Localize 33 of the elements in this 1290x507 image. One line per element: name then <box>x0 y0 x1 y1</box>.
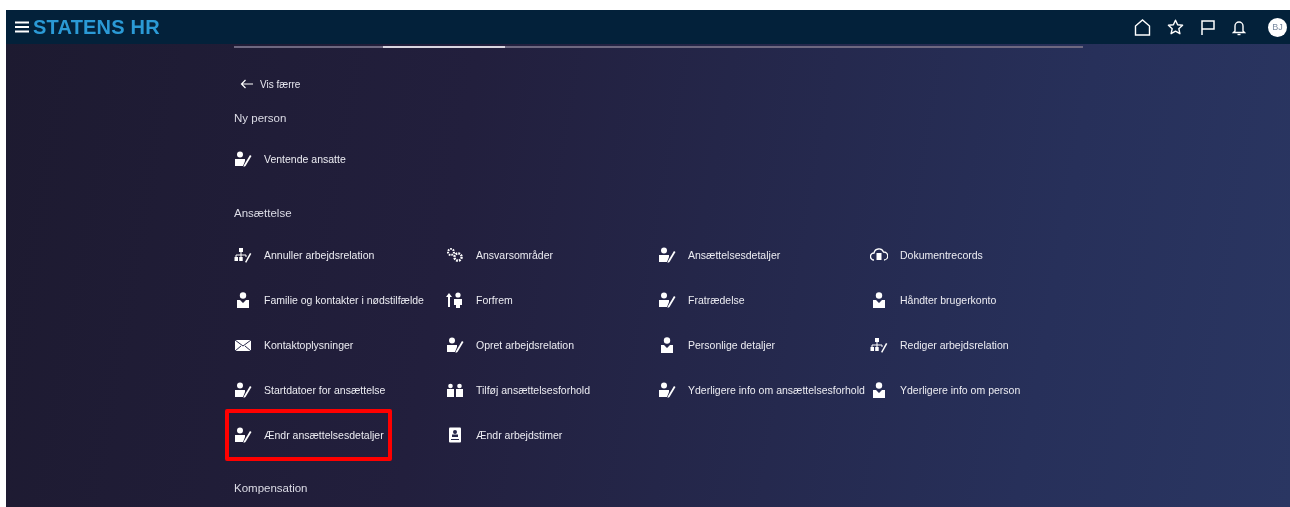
flag-icon[interactable] <box>1200 18 1216 36</box>
user-avatar[interactable]: BJ <box>1268 17 1287 37</box>
person-edit-icon <box>234 151 252 167</box>
gears-icon <box>446 247 464 263</box>
person-icon <box>658 337 676 353</box>
person-icon <box>234 292 252 308</box>
star-icon[interactable] <box>1167 18 1184 36</box>
org-chart-icon <box>870 337 888 353</box>
person-icon <box>870 382 888 398</box>
person-edit-icon <box>658 382 676 398</box>
two-people-icon <box>446 382 464 398</box>
org-chart-icon <box>234 247 252 263</box>
menu-icon[interactable] <box>14 20 30 34</box>
person-edit-icon <box>446 337 464 353</box>
id-badge-icon <box>446 427 464 443</box>
task-link[interactable]: Ventende ansatte <box>225 133 354 185</box>
cloud-document-icon <box>870 247 888 263</box>
person-edit-icon <box>658 247 676 263</box>
back-arrow-icon[interactable] <box>240 79 254 89</box>
person-icon <box>870 292 888 308</box>
person-edit-icon <box>234 382 252 398</box>
section-heading: Ny person <box>234 111 288 126</box>
promote-icon <box>446 292 464 308</box>
section-heading: Ansættelse <box>234 206 293 221</box>
home-icon[interactable] <box>1134 18 1151 36</box>
section-heading: Kompensation <box>234 481 309 496</box>
app-title: STATENS HR <box>33 15 160 39</box>
bell-icon[interactable] <box>1232 18 1246 36</box>
back-link[interactable]: Vis færre <box>240 75 301 93</box>
task-link[interactable]: Ændr ansættelsesdetaljer <box>225 409 392 461</box>
person-edit-icon <box>234 427 252 443</box>
person-edit-icon <box>658 292 676 308</box>
envelope-icon <box>234 337 252 353</box>
